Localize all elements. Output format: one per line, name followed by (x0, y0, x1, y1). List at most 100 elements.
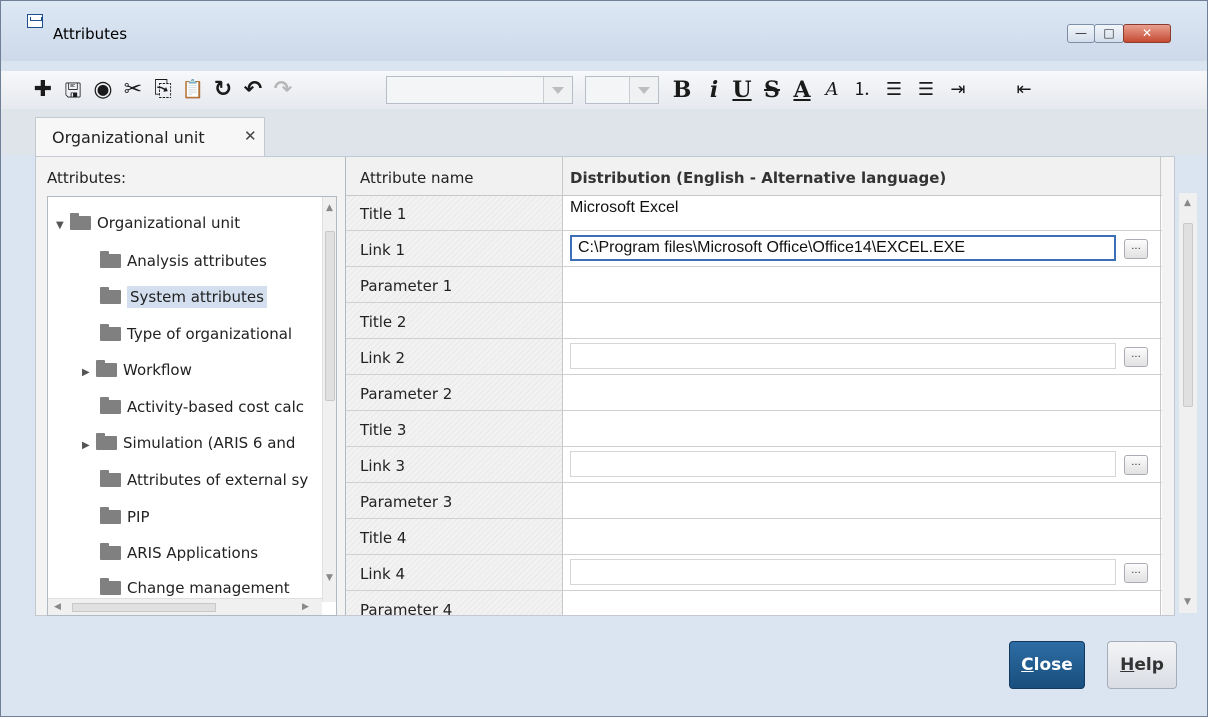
row-value[interactable]: Microsoft Excel (570, 199, 678, 217)
row-name: Parameter 1 (360, 277, 453, 295)
font-size-combo[interactable] (585, 76, 659, 104)
tree-item-analysis-attributes[interactable]: Analysis attributes (100, 247, 267, 275)
browse-button[interactable]: ... (1124, 563, 1148, 583)
close-icon[interactable]: ✕ (244, 127, 257, 145)
table-row[interactable]: Parameter 2 (346, 375, 1162, 411)
scroll-thumb[interactable] (72, 603, 216, 612)
copy-icon[interactable]: ⎘ (149, 77, 177, 103)
chevron-down-icon[interactable] (629, 77, 658, 103)
italic-icon[interactable]: i (701, 77, 727, 103)
tree-item-label: PIP (127, 508, 150, 526)
grid-vertical-scrollbar[interactable]: ▲ ▼ (1179, 193, 1197, 613)
column-divider[interactable] (562, 157, 563, 615)
highlight-icon[interactable]: A (819, 77, 845, 103)
bold-icon[interactable]: B (669, 77, 695, 103)
row-name: Title 2 (360, 313, 407, 331)
tree-item-activity-based-cost[interactable]: Activity-based cost calc (100, 393, 304, 421)
table-row[interactable]: Title 3 (346, 411, 1162, 447)
chevron-down-icon[interactable] (543, 77, 572, 103)
save-icon[interactable]: 🖫 (59, 77, 87, 103)
tree-item-pip[interactable]: PIP (100, 503, 150, 531)
redo-icon[interactable]: ↷ (269, 77, 297, 103)
grid-header: Attribute name Distribution (English - A… (346, 157, 1162, 196)
tree-vertical-scrollbar[interactable]: ▲ ▼ (322, 197, 336, 602)
tree-item-attributes-of-external[interactable]: Attributes of external sy (100, 466, 308, 494)
strikethrough-icon[interactable]: S (759, 77, 785, 103)
minimize-button[interactable]: — (1067, 24, 1095, 43)
link-input[interactable] (570, 343, 1116, 369)
font-family-combo[interactable] (386, 76, 573, 104)
browse-button[interactable]: ... (1124, 347, 1148, 367)
row-name: Parameter 3 (360, 493, 453, 511)
table-row[interactable]: Parameter 4 (346, 591, 1162, 615)
tree-item-workflow[interactable]: ▶ Workflow (82, 356, 192, 384)
tree-item-organizational-unit[interactable]: ▼ Organizational unit (56, 209, 240, 237)
row-name: Parameter 2 (360, 385, 453, 403)
tree-horizontal-scrollbar[interactable]: ◀ ▶ (48, 598, 322, 615)
tab-organizational-unit[interactable]: Organizational unit ✕ (35, 117, 265, 157)
close-label-rest: lose (1033, 655, 1073, 675)
bullet-list-icon[interactable]: ☰ (881, 77, 907, 103)
close-window-button[interactable]: ✕ (1123, 24, 1171, 43)
browse-button[interactable]: ... (1124, 455, 1148, 475)
scroll-down-icon[interactable]: ▼ (1184, 597, 1191, 607)
undo-icon[interactable]: ↶ (239, 77, 267, 103)
table-row[interactable]: Link 3 ... (346, 447, 1162, 483)
table-row[interactable]: Parameter 1 (346, 267, 1162, 303)
browse-button[interactable]: ... (1124, 239, 1148, 259)
refresh-icon[interactable]: ↻ (209, 77, 237, 103)
tree-item-label: Workflow (123, 361, 192, 379)
expand-arrow-icon[interactable]: ▶ (82, 359, 92, 387)
close-button[interactable]: Close (1009, 641, 1085, 689)
tree-item-label: Analysis attributes (127, 252, 267, 270)
link-input[interactable] (570, 559, 1116, 585)
folder-icon (100, 507, 121, 524)
cut-icon[interactable]: ✂ (119, 77, 147, 103)
attributes-dialog: Attributes — □ ✕ ✚ 🖫 ◉ ✂ ⎘ 📋 ↻ ↶ ↷ B i U… (0, 0, 1208, 717)
table-row[interactable]: Link 2 ... (346, 339, 1162, 375)
table-row[interactable]: Title 2 (346, 303, 1162, 339)
scroll-up-icon[interactable]: ▲ (326, 203, 333, 213)
scroll-down-icon[interactable]: ▼ (326, 573, 333, 583)
maximize-button[interactable]: □ (1094, 24, 1124, 43)
web-icon[interactable]: ◉ (89, 77, 117, 103)
scroll-thumb[interactable] (1183, 223, 1193, 407)
table-row[interactable]: Link 4 ... (346, 555, 1162, 591)
scroll-thumb[interactable] (325, 231, 335, 401)
tree-item-system-attributes[interactable]: System attributes (100, 283, 267, 311)
tree-item-label: Change management (127, 579, 290, 597)
table-row[interactable]: Link 1 C:\Program files\Microsoft Office… (346, 231, 1162, 267)
numbered-list-icon[interactable]: ⒈ (849, 77, 875, 103)
tree-item-simulation[interactable]: ▶ Simulation (ARIS 6 and (82, 429, 295, 457)
tree-item-label: Simulation (ARIS 6 and (123, 434, 296, 452)
tree-item-label: Activity-based cost calc (127, 398, 305, 416)
help-mnemonic: H (1120, 655, 1135, 675)
font-color-icon[interactable]: A (789, 77, 815, 103)
expand-arrow-icon[interactable]: ▶ (82, 432, 92, 460)
attribute-tree: ▼ Organizational unit Analysis attributes… (47, 196, 337, 616)
link-input[interactable]: C:\Program files\Microsoft Office\Office… (570, 235, 1116, 261)
add-icon[interactable]: ✚ (29, 77, 57, 103)
table-row[interactable]: Title 4 (346, 519, 1162, 555)
column-header-attribute-name[interactable]: Attribute name (360, 169, 474, 187)
paste-icon[interactable]: 📋 (179, 77, 207, 103)
table-row[interactable]: Parameter 3 (346, 483, 1162, 519)
scroll-left-icon[interactable]: ◀ (54, 602, 61, 612)
tree-item-aris-applications[interactable]: ARIS Applications (100, 539, 258, 567)
help-label-rest: elp (1134, 655, 1164, 675)
row-name: Link 3 (360, 457, 406, 475)
folder-icon (100, 324, 121, 341)
indent-icon[interactable]: ☰ (913, 77, 939, 103)
outdent-icon[interactable]: ⇤ (1011, 77, 1037, 103)
table-row[interactable]: Title 1 Microsoft Excel (346, 195, 1162, 231)
column-header-distribution[interactable]: Distribution (English - Alternative lang… (570, 169, 946, 187)
scroll-up-icon[interactable]: ▲ (1184, 198, 1191, 208)
increase-indent-icon[interactable]: ⇥ (945, 77, 971, 103)
scroll-right-icon[interactable]: ▶ (302, 602, 309, 612)
help-button[interactable]: Help (1107, 641, 1177, 689)
tree-item-type-of-organizational[interactable]: Type of organizational (100, 320, 292, 348)
expand-arrow-icon[interactable]: ▼ (56, 212, 66, 240)
link-input[interactable] (570, 451, 1116, 477)
folder-icon (96, 360, 117, 377)
underline-icon[interactable]: U (729, 77, 755, 103)
